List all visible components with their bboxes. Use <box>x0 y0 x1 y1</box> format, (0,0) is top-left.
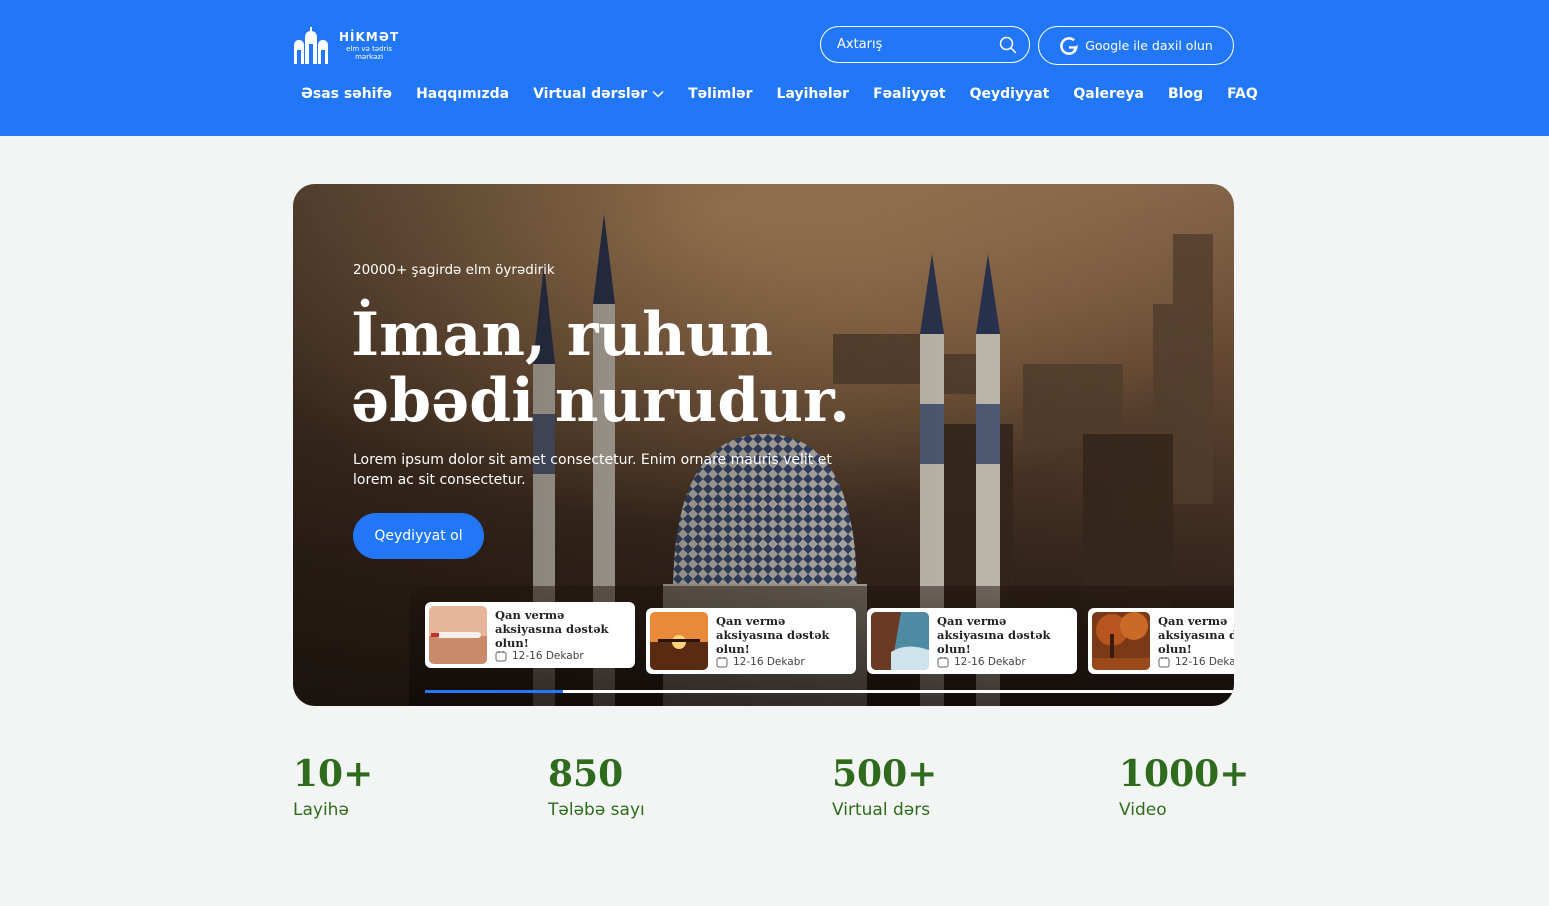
hero-description: Lorem ipsum dolor sit amet consectetur. … <box>353 452 832 488</box>
google-icon <box>1060 36 1078 55</box>
brand-logo[interactable]: HİKMƏT elm və tədris mərkəzi <box>292 26 402 66</box>
nav-item-activity[interactable]: Fəaliyyət <box>873 86 946 102</box>
stat-label: Tələbə sayı <box>548 800 645 820</box>
google-login-button[interactable]: Google ile daxil olun <box>1038 26 1234 65</box>
event-thumbnail <box>1092 612 1150 670</box>
brand-subtitle-line2: mərkəzi <box>355 53 384 61</box>
hero-banner: 20000+ şagirdə elm öyrədirik İman, ruhun… <box>293 184 1234 706</box>
nav-item-label: Blog <box>1167 86 1204 102</box>
nav-item-label: Layihələr <box>776 86 850 102</box>
nav-item-virtual-lessons[interactable]: Virtual dərslər <box>533 86 664 102</box>
hero-headline-line1: İman, ruhun <box>351 300 773 370</box>
carousel-progress-track <box>425 690 1234 693</box>
nav-item-blog[interactable]: Blog <box>1168 86 1203 102</box>
nav-item-label: Təlimlər <box>688 86 753 102</box>
stat-value: 850 <box>548 753 624 795</box>
event-info: Qan vermə aksiyasına dəstək olun! 12-16 … <box>1158 612 1234 670</box>
event-title: Qan vermə aksiyasına dəstək olun! <box>495 608 609 650</box>
event-date-text: 12-16 Dekabr <box>512 650 584 662</box>
event-date: 12-16 Dekabr <box>495 650 630 662</box>
nav-item-label: Fəaliyyət <box>873 86 946 102</box>
nav-item-about[interactable]: Haqqımızda <box>416 86 509 102</box>
event-card[interactable]: Qan vermə aksiyasına dəstək olun! 12-16 … <box>646 608 856 674</box>
nav-item-label: Virtual dərslər <box>533 86 648 102</box>
search-box <box>820 26 1030 63</box>
calendar-icon <box>937 657 949 668</box>
stat-virtual-lessons: 500+ Virtual dərs <box>832 754 937 820</box>
event-date: 12-16 Dekabr <box>1158 656 1234 668</box>
brand-subtitle-line1: elm və tədris <box>346 45 393 53</box>
event-title: Qan vermə aksiyasına dəstək olun! <box>1158 614 1234 656</box>
event-thumbnail <box>650 612 708 670</box>
nav-item-label: Qalereya <box>1073 86 1144 102</box>
nav-item-label: Əsas səhifə <box>301 86 393 102</box>
nav-item-trainings[interactable]: Təlimlər <box>688 86 752 102</box>
site-header: HİKMƏT elm və tədris mərkəzi Google ile … <box>0 0 1549 136</box>
nav-item-home[interactable]: Əsas səhifə <box>301 86 392 102</box>
stat-value: 500+ <box>832 753 938 795</box>
brand-name: HİKMƏT <box>339 30 400 44</box>
event-card[interactable]: Qan vermə aksiyasına dəstək olun! 12-16 … <box>425 602 635 668</box>
stat-label: Video <box>1119 800 1167 820</box>
events-carousel: Qan vermə aksiyasına dəstək olun! 12-16 … <box>409 586 1234 706</box>
nav-item-registration[interactable]: Qeydiyyat <box>970 86 1050 102</box>
event-info: Qan vermə aksiyasına dəstək olun! 12-16 … <box>937 612 1072 670</box>
carousel-progress-fill <box>425 690 563 693</box>
calendar-icon <box>716 657 728 668</box>
calendar-icon <box>495 651 507 662</box>
chevron-down-icon <box>652 90 664 98</box>
event-thumbnail <box>871 612 929 670</box>
nav-item-gallery[interactable]: Qalereya <box>1073 86 1144 102</box>
brand-text: HİKMƏT elm və tədris mərkəzi <box>339 31 399 61</box>
hero-headline-line2: əbədi nurudur. <box>351 366 850 436</box>
event-date: 12-16 Dekabr <box>937 656 1072 668</box>
event-info: Qan vermə aksiyasına dəstək olun! 12-16 … <box>495 606 630 664</box>
nav-item-faq[interactable]: FAQ <box>1227 86 1258 102</box>
register-button[interactable]: Qeydiyyat ol <box>353 513 484 559</box>
nav-item-label: FAQ <box>1227 86 1258 102</box>
calendar-icon <box>1158 657 1170 668</box>
search-input[interactable] <box>837 37 992 52</box>
hero-headline: İman, ruhun əbədi nurudur. <box>351 302 911 434</box>
event-title: Qan vermə aksiyasına dəstək olun! <box>716 614 830 656</box>
main-nav: Əsas səhifə Haqqımızda Virtual dərslər T… <box>301 84 1258 104</box>
event-date-text: 12-16 Dekabr <box>733 656 805 668</box>
event-date-text: 12-16 Dekabr <box>954 656 1026 668</box>
search-icon[interactable] <box>999 36 1017 54</box>
event-card[interactable]: Qan vermə aksiyasına dəstək olun! 12-16 … <box>867 608 1077 674</box>
google-login-label: Google ile daxil olun <box>1085 38 1213 53</box>
nav-item-projects[interactable]: Layihələr <box>777 86 850 102</box>
hero-tagline: 20000+ şagirdə elm öyrədirik <box>353 262 555 278</box>
event-date-text: 12-16 Dekabr <box>1175 656 1234 668</box>
logo-mark-icon <box>294 27 328 64</box>
event-card[interactable]: Qan vermə aksiyasına dəstək olun! 12-16 … <box>1088 608 1234 674</box>
nav-item-label: Haqqımızda <box>416 86 510 102</box>
event-date: 12-16 Dekabr <box>716 656 851 668</box>
stat-students: 850 Tələbə sayı <box>548 754 645 820</box>
stat-value: 10+ <box>293 753 374 795</box>
stat-label: Virtual dərs <box>832 800 931 820</box>
stat-label: Layihə <box>293 800 349 820</box>
event-info: Qan vermə aksiyasına dəstək olun! 12-16 … <box>716 612 851 670</box>
nav-item-label: Qeydiyyat <box>969 86 1050 102</box>
event-thumbnail <box>429 606 487 664</box>
event-title: Qan vermə aksiyasına dəstək olun! <box>937 614 1051 656</box>
stat-videos: 1000+ Video <box>1119 754 1249 820</box>
stat-value: 1000+ <box>1119 753 1250 795</box>
stat-projects: 10+ Layihə <box>293 754 373 820</box>
